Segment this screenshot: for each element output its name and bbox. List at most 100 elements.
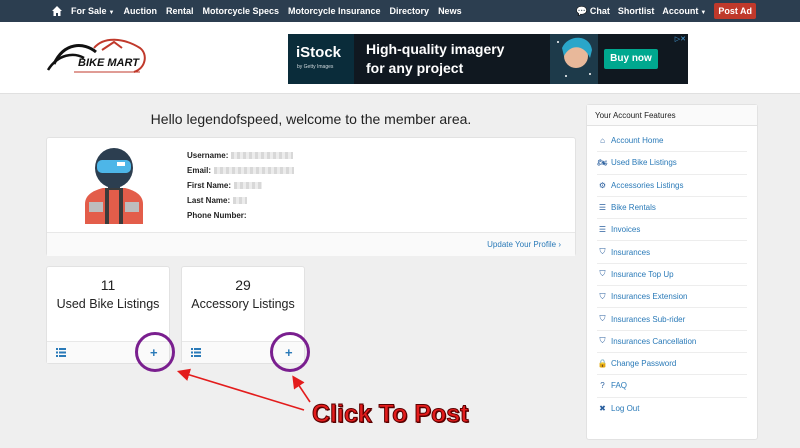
- list-icon: ☰: [598, 225, 607, 235]
- nav-account-label: Account: [662, 6, 699, 16]
- username-label: Username:: [187, 151, 229, 160]
- sidebar-item-label: Accessories Listings: [611, 180, 684, 190]
- sidebar-item-invoices[interactable]: ☰ Invoices: [597, 219, 747, 242]
- account-features-sidebar: Your Account Features ⌂ Account Home 🏍 Use…: [586, 104, 758, 440]
- sidebar-item-label: Account Home: [611, 136, 664, 146]
- ad-brand: iStock: [296, 44, 342, 61]
- site-logo[interactable]: BIKE MART: [44, 34, 152, 82]
- sidebar-title: Your Account Features: [587, 105, 757, 126]
- sidebar-list: ⌂ Account Home 🏍 Used Bike Listings ⚙ Acces…: [587, 126, 757, 420]
- sidebar-item-label: Insurance Top Up: [611, 269, 674, 279]
- ad-line-1: High-quality imagery: [366, 41, 505, 57]
- caret-down-icon: ▼: [700, 10, 707, 16]
- svg-text:BIKE MART: BIKE MART: [78, 57, 140, 69]
- sidebar-item-insurances[interactable]: ⛉ Insurances: [597, 241, 747, 264]
- nav-for-sale-label: For Sale: [71, 6, 107, 16]
- sidebar-item-label: Change Password: [611, 359, 677, 369]
- nav-chat-label: Chat: [589, 5, 610, 16]
- phone-label: Phone Number:: [187, 211, 247, 220]
- top-navbar: For Sale ▼ Auction Rental Motorcycle Spec…: [0, 0, 800, 22]
- username-value-redacted: [231, 152, 294, 159]
- profile-card: Username: Email: First Name: Last Name: …: [46, 137, 576, 256]
- home-icon[interactable]: [52, 6, 62, 16]
- shield-icon: ⛉: [599, 247, 606, 257]
- sidebar-item-accessories-listings[interactable]: ⚙ Accessories Listings: [597, 175, 747, 197]
- sidebar-item-account-home[interactable]: ⌂ Account Home: [597, 130, 747, 153]
- motorcycle-icon: 🏍: [597, 158, 608, 168]
- sidebar-item-label: Insurances Extension: [611, 292, 688, 302]
- sidebar-item-insurances-cancellation[interactable]: ⛉ Insurances Cancellation: [597, 331, 747, 353]
- shield-icon: ⛉: [599, 314, 606, 324]
- sidebar-item-label: Used Bike Listings: [611, 158, 677, 168]
- ad-choices-icon[interactable]: ▷✕: [675, 35, 686, 43]
- sidebar-item-label: Insurances Sub-rider: [611, 314, 686, 324]
- ad-photo: [550, 34, 598, 84]
- click-to-post-annotation: Click To Post: [312, 400, 470, 429]
- used-bike-count: 11: [100, 277, 116, 293]
- shield-icon: ⛉: [599, 269, 606, 279]
- ad-buy-now-button[interactable]: Buy now: [604, 49, 658, 69]
- sidebar-item-insurances-extension[interactable]: ⛉ Insurances Extension: [597, 286, 747, 309]
- cogs-icon: ⚙: [598, 180, 607, 190]
- sidebar-item-change-password[interactable]: 🔒 Change Password: [597, 353, 747, 376]
- chat-icon: 💬: [576, 5, 588, 16]
- list-icon[interactable]: [191, 348, 201, 357]
- nav-account[interactable]: Account ▼: [662, 6, 706, 16]
- profile-fields: Username: Email: First Name: Last Name: …: [187, 148, 295, 223]
- post-ad-button[interactable]: Post Ad: [714, 3, 756, 19]
- sidebar-item-bike-rentals[interactable]: ☰ Bike Rentals: [597, 197, 747, 220]
- istock-logo: iStock by Getty Images: [288, 34, 354, 84]
- first-name-label: First Name:: [187, 181, 232, 190]
- sidebar-item-used-bike-listings[interactable]: 🏍 Used Bike Listings: [597, 152, 747, 175]
- highlight-circle: [270, 332, 310, 372]
- sidebar-item-label: Invoices: [611, 225, 641, 235]
- advertisement-banner[interactable]: iStock by Getty Images High-quality imag…: [288, 34, 688, 84]
- nav-news[interactable]: News: [438, 6, 462, 16]
- sidebar-item-insurance-top-up[interactable]: ⛉ Insurance Top Up: [597, 264, 747, 287]
- ad-line-2: for any project: [366, 60, 464, 76]
- list-icon: ☰: [598, 203, 607, 213]
- last-name-value-redacted: [233, 197, 248, 204]
- sidebar-item-log-out[interactable]: ✖ Log Out: [597, 398, 747, 420]
- shield-icon: ⛉: [599, 291, 606, 301]
- sidebar-item-insurances-sub-rider[interactable]: ⛉ Insurances Sub-rider: [597, 308, 747, 331]
- nav-motorcycle-insurance[interactable]: Motorcycle Insurance: [288, 6, 381, 16]
- nav-chat[interactable]: 💬 Chat: [576, 6, 610, 17]
- nav-for-sale[interactable]: For Sale ▼: [71, 6, 114, 16]
- accessory-count: 29: [235, 277, 251, 293]
- site-header: BIKE MART iStock by Getty Images High-qu…: [0, 22, 800, 94]
- chevron-right-icon: ›: [558, 240, 561, 249]
- sidebar-item-label: Insurances: [611, 247, 651, 257]
- rider-avatar: [85, 148, 143, 224]
- first-name-value-redacted: [234, 182, 263, 189]
- highlight-circle: [135, 332, 175, 372]
- last-name-label: Last Name:: [187, 196, 231, 205]
- list-icon[interactable]: [56, 348, 66, 357]
- nav-shortlist[interactable]: Shortlist: [618, 6, 655, 16]
- nav-motorcycle-specs[interactable]: Motorcycle Specs: [202, 6, 279, 16]
- nav-directory[interactable]: Directory: [390, 6, 430, 16]
- sidebar-item-faq[interactable]: ? FAQ: [597, 375, 747, 398]
- ad-headline: High-quality imagery for any project: [366, 40, 504, 78]
- nav-rental[interactable]: Rental: [166, 6, 194, 16]
- caret-down-icon: ▼: [108, 10, 115, 16]
- question-icon: ?: [600, 381, 605, 391]
- update-profile-link[interactable]: Update Your Profile ›: [487, 240, 561, 249]
- sidebar-item-label: Log Out: [611, 404, 640, 414]
- email-value-redacted: [214, 167, 295, 174]
- logout-icon: ✖: [599, 404, 606, 414]
- used-bike-label: Used Bike Listings: [56, 297, 160, 311]
- update-profile-label: Update Your Profile: [487, 240, 557, 249]
- welcome-message: Hello legendofspeed, welcome to the memb…: [150, 111, 472, 127]
- nav-auction[interactable]: Auction: [123, 6, 157, 16]
- home-icon: ⌂: [600, 136, 605, 146]
- shield-icon: ⛉: [599, 336, 606, 346]
- sidebar-item-label: Bike Rentals: [611, 203, 656, 213]
- profile-footer: Update Your Profile ›: [47, 232, 575, 256]
- sidebar-item-label: FAQ: [611, 381, 628, 391]
- email-label: Email:: [187, 166, 212, 175]
- lock-icon: 🔒: [597, 359, 608, 369]
- sidebar-item-label: Insurances Cancellation: [611, 336, 697, 346]
- accessory-label: Accessory Listings: [191, 297, 295, 311]
- ad-brand-sub: by Getty Images: [297, 64, 334, 70]
